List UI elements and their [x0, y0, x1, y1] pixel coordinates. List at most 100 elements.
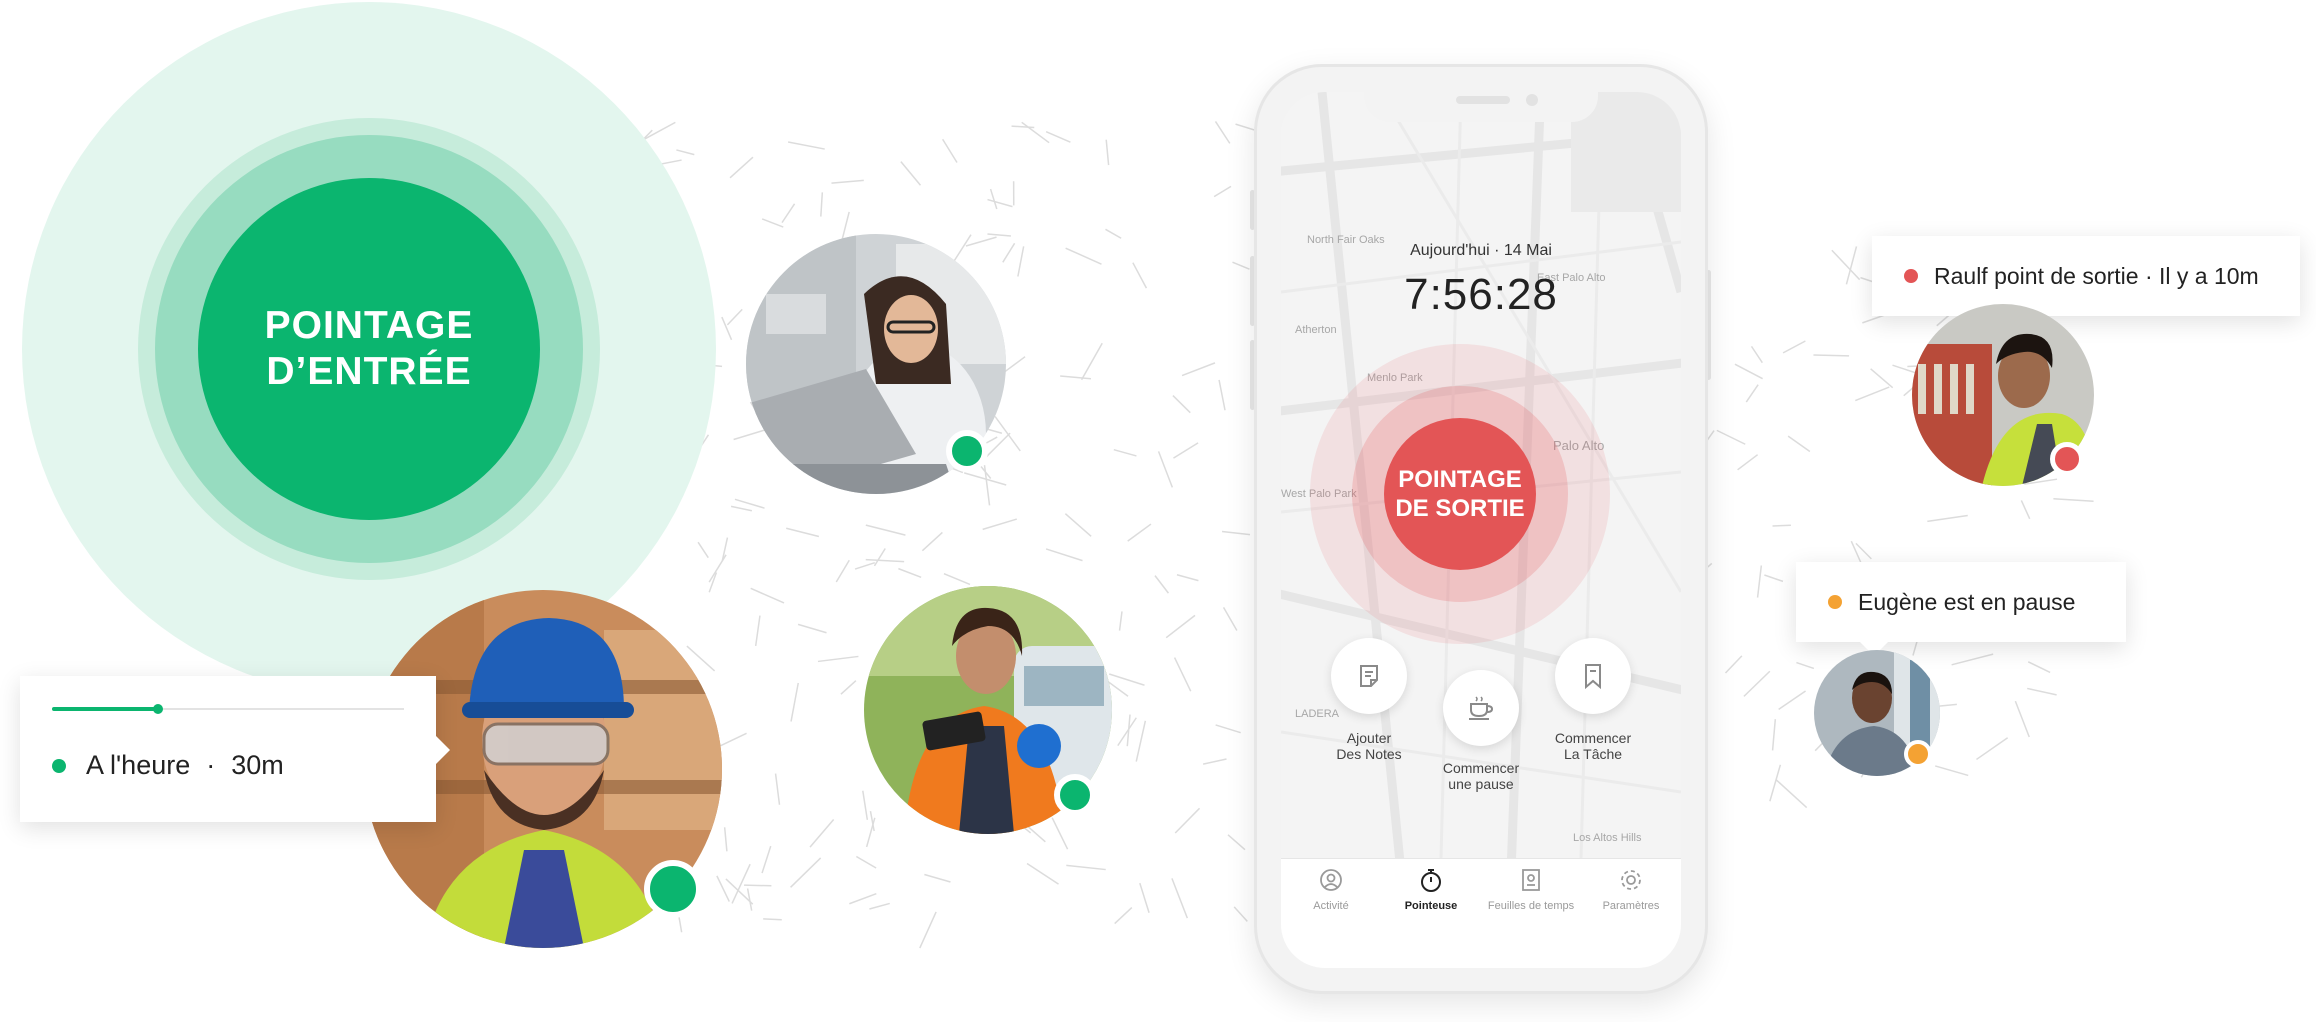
- background-dash: [1154, 575, 1170, 594]
- tab-timeclock[interactable]: Pointeuse: [1381, 867, 1481, 912]
- background-dash: [2027, 661, 2051, 674]
- background-dash: [1870, 368, 1894, 389]
- background-dash: [1114, 907, 1133, 925]
- background-dash: [1060, 375, 1092, 380]
- background-dash: [1934, 765, 1969, 777]
- background-dash: [1737, 454, 1759, 471]
- background-dash: [1132, 262, 1148, 289]
- tab-activity[interactable]: Activité: [1281, 867, 1381, 912]
- background-dash: [774, 773, 781, 805]
- status-dot-active: [1054, 774, 1096, 816]
- stopwatch-icon: [1421, 869, 1441, 892]
- background-dash: [730, 505, 753, 512]
- background-dash: [721, 316, 733, 341]
- background-dash: [731, 863, 751, 904]
- background-dash: [790, 857, 822, 888]
- background-dash: [797, 623, 827, 634]
- background-dash: [1927, 514, 1968, 523]
- background-dash: [787, 141, 825, 150]
- background-dash: [1750, 345, 1763, 364]
- background-dash: [1734, 363, 1763, 380]
- background-dash: [965, 236, 997, 247]
- gear-icon: [1621, 870, 1641, 890]
- background-dash: [987, 198, 1013, 208]
- background-dash: [1222, 606, 1238, 631]
- add-notes-button[interactable]: [1331, 638, 1407, 714]
- notes-icon: [1360, 665, 1378, 687]
- current-date: Aujourd'hui · 14 Mai: [1410, 242, 1552, 259]
- background-dash: [781, 203, 796, 224]
- clock-out-label-line2: DE SORTIE: [1395, 495, 1525, 522]
- background-dash: [686, 645, 716, 672]
- time-progress-bar: [52, 704, 404, 714]
- background-dash: [2053, 497, 2094, 502]
- background-dash: [733, 428, 769, 441]
- start-task-button[interactable]: [1555, 638, 1631, 714]
- background-dash: [1045, 548, 1083, 562]
- background-dash: [1745, 384, 1759, 403]
- clock-in-label-line1: POINTAGE: [264, 304, 474, 347]
- background-dash: [1171, 878, 1189, 919]
- background-dash: [1165, 614, 1196, 639]
- map-label: Los Altos Hills: [1573, 832, 1642, 844]
- tab-timesheets-label: Feuilles de temps: [1487, 900, 1575, 912]
- background-dash: [994, 416, 1021, 452]
- status-dot-clocked-out: [2050, 442, 2084, 476]
- status-separator: ·: [206, 750, 216, 780]
- clock-in-label-line2: D’ENTRÉE: [266, 350, 472, 393]
- background-dash: [1213, 185, 1232, 198]
- background-dash: [820, 192, 824, 217]
- background-dash: [763, 918, 782, 921]
- background-dash: [1215, 724, 1241, 734]
- start-break-button[interactable]: [1443, 670, 1519, 746]
- background-dash: [865, 558, 905, 563]
- status-text: A l'heure: [86, 750, 191, 780]
- background-dash: [1845, 246, 1858, 285]
- status-dot-active: [946, 430, 988, 472]
- clock-out-button[interactable]: POINTAGE DE SORTIE: [1384, 418, 1536, 570]
- tab-activity-label: Activité: [1313, 900, 1349, 912]
- background-dash: [1796, 661, 1815, 670]
- background-dash: [1756, 565, 1763, 598]
- background-dash: [1232, 261, 1250, 270]
- background-dash: [1064, 513, 1092, 537]
- background-dash: [1202, 758, 1227, 765]
- background-dash: [1716, 429, 1746, 445]
- tab-timeclock-label: Pointeuse: [1404, 900, 1458, 912]
- background-dash: [729, 156, 754, 179]
- background-dash: [1002, 242, 1016, 263]
- background-dash: [1066, 864, 1106, 871]
- background-dash: [1080, 342, 1103, 381]
- phone-screen: North Fair Oaks East Palo Alto Atherton …: [1281, 92, 1681, 968]
- background-dash: [849, 892, 877, 905]
- background-dash: [817, 655, 859, 663]
- background-dash: [898, 567, 922, 578]
- background-dash: [2020, 500, 2031, 520]
- background-dash: [1772, 524, 1791, 527]
- tab-timesheets[interactable]: Feuilles de temps: [1481, 867, 1581, 912]
- background-dash: [982, 518, 1017, 531]
- background-dash: [1113, 448, 1137, 457]
- background-dash: [987, 233, 1011, 237]
- background-dash: [1862, 314, 1886, 324]
- start-break-label: Commencer une pause: [1442, 760, 1520, 792]
- background-dash: [865, 524, 906, 536]
- add-notes-label: Ajouter Des Notes: [1336, 730, 1402, 762]
- background-dash: [1017, 246, 1025, 277]
- background-dash: [862, 790, 869, 820]
- clock-in-button[interactable]: POINTAGE D’ENTRÉE: [198, 178, 540, 520]
- background-dash: [873, 548, 886, 567]
- map-label: LADERA: [1295, 708, 1340, 720]
- background-dash: [1831, 249, 1861, 281]
- background-dash: [726, 308, 743, 326]
- background-dash: [734, 498, 765, 509]
- background-dash: [989, 188, 998, 210]
- background-dash: [1109, 673, 1145, 686]
- tab-settings-label: Paramètres: [1602, 900, 1660, 912]
- background-dash: [1157, 451, 1174, 488]
- background-dash: [1176, 574, 1199, 582]
- background-dash: [1227, 834, 1246, 851]
- background-dash: [1218, 379, 1226, 411]
- tab-settings[interactable]: Paramètres: [1581, 867, 1681, 912]
- background-dash: [754, 615, 761, 647]
